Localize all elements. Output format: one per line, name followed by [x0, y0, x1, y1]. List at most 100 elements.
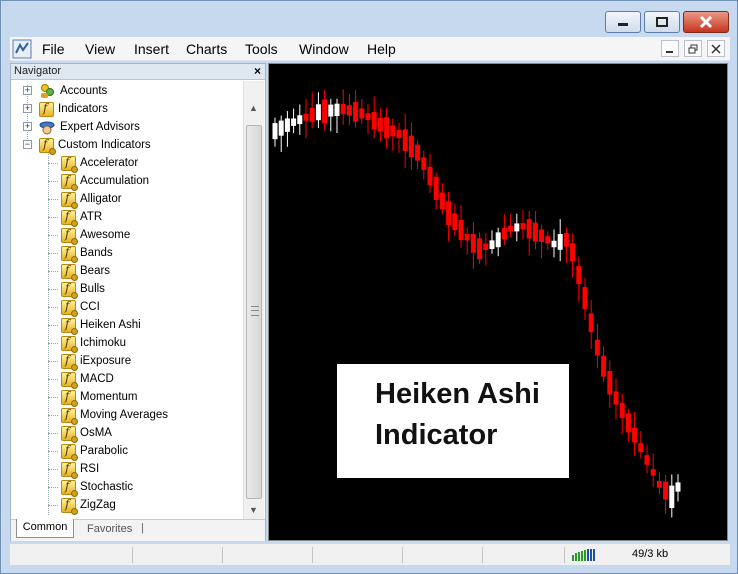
custom-indicator-icon: [61, 497, 78, 515]
tree-item-accounts[interactable]: + Accounts: [23, 82, 107, 100]
accounts-icon: [41, 84, 54, 98]
navigator-title: Navigator: [14, 65, 62, 77]
minimize-icon: [618, 23, 628, 26]
child-restore-button[interactable]: [684, 40, 702, 57]
bullish-candle: [334, 103, 340, 116]
expand-icon[interactable]: +: [23, 122, 32, 131]
bullish-candle: [284, 118, 290, 132]
bearish-candle: [464, 233, 470, 241]
bullish-candle: [278, 120, 284, 136]
bearish-candle: [371, 111, 377, 130]
navigator-scrollbar[interactable]: ▲ ▼: [243, 81, 264, 519]
status-bar: 49/3 kb: [10, 543, 730, 565]
app-logo-icon: [12, 39, 32, 59]
tab-common[interactable]: Common: [16, 519, 74, 538]
custom-indicator-icon: [61, 155, 78, 173]
bearish-candle: [402, 129, 408, 151]
bearish-candle: [470, 234, 476, 253]
indicator-item-bulls[interactable]: Bulls: [48, 280, 105, 299]
bearish-candle: [601, 355, 607, 377]
status-separator: [132, 547, 133, 563]
tab-favorites[interactable]: Favorites: [87, 523, 132, 535]
expert-advisors-icon: [39, 121, 55, 135]
navigator-close-icon[interactable]: ×: [254, 64, 261, 78]
indicator-item-macd[interactable]: MACD: [48, 370, 114, 389]
bearish-candle: [427, 166, 433, 186]
indicator-item-stochastic[interactable]: Stochastic: [48, 478, 133, 497]
menu-window[interactable]: Window: [299, 41, 349, 57]
bearish-candle: [570, 243, 576, 262]
bearish-candle: [619, 402, 625, 418]
navigator-header: Navigator ×: [11, 64, 265, 80]
expand-icon[interactable]: +: [23, 104, 32, 113]
child-close-button[interactable]: [707, 40, 725, 57]
scrollbar-thumb[interactable]: [246, 125, 262, 499]
status-separator: [402, 547, 403, 563]
menu-charts[interactable]: Charts: [186, 41, 227, 57]
chart-window[interactable]: Heiken Ashi Indicator: [268, 63, 728, 541]
indicator-item-iexposure[interactable]: iExposure: [48, 352, 131, 371]
indicator-item-accelerator[interactable]: Accelerator: [48, 154, 138, 173]
indicator-item-osma[interactable]: OsMA: [48, 424, 112, 443]
indicator-item-alligator[interactable]: Alligator: [48, 190, 122, 209]
bearish-candle: [359, 108, 365, 119]
indicator-item-momentum[interactable]: Momentum: [48, 388, 138, 407]
tree-item-indicators[interactable]: + Indicators: [23, 100, 108, 118]
indicator-item-accumulation[interactable]: Accumulation: [48, 172, 149, 191]
indicator-item-rsi[interactable]: RSI: [48, 460, 99, 479]
tree-item-expert-advisors[interactable]: + Expert Advisors: [23, 118, 140, 136]
indicator-item-ichimoku[interactable]: Ichimoku: [48, 334, 126, 353]
bearish-candle: [638, 443, 644, 452]
collapse-icon[interactable]: −: [23, 140, 32, 149]
menu-file[interactable]: File: [42, 41, 65, 57]
bearish-candle: [322, 99, 328, 124]
bearish-candle: [520, 223, 526, 230]
indicator-item-cci[interactable]: CCI: [48, 298, 100, 317]
bullish-candle: [297, 115, 303, 125]
custom-indicator-icon: [61, 227, 78, 245]
restore-button[interactable]: [644, 11, 680, 33]
indicator-item-heiken-ashi[interactable]: Heiken Ashi: [48, 316, 141, 335]
bearish-candle: [433, 176, 439, 201]
custom-indicator-icon: [61, 173, 78, 191]
bearish-candle: [353, 102, 359, 122]
bearish-candle: [415, 144, 421, 161]
bearish-candle: [613, 391, 619, 405]
bearish-candle: [501, 227, 507, 240]
indicator-item-parabolic[interactable]: Parabolic: [48, 442, 128, 461]
bullish-candle: [328, 104, 334, 117]
bearish-candle: [477, 238, 483, 260]
indicator-item-zigzag[interactable]: ZigZag: [48, 496, 116, 515]
custom-indicator-icon: [61, 389, 78, 407]
indicator-item-bands[interactable]: Bands: [48, 244, 113, 263]
menu-help[interactable]: Help: [367, 41, 396, 57]
menu-insert[interactable]: Insert: [134, 41, 169, 57]
scroll-up-icon[interactable]: ▲: [249, 103, 258, 113]
status-separator: [564, 547, 565, 563]
close-icon: [699, 15, 713, 29]
indicator-item-atr[interactable]: ATR: [48, 208, 102, 227]
child-minimize-button[interactable]: [661, 40, 679, 57]
minimize-button[interactable]: [605, 11, 641, 33]
menu-bar: File View Insert Charts Tools Window Hel…: [10, 37, 730, 61]
expand-icon[interactable]: +: [23, 86, 32, 95]
custom-indicator-icon: [61, 353, 78, 371]
bearish-candle: [539, 229, 545, 242]
status-separator: [312, 547, 313, 563]
menu-view[interactable]: View: [85, 41, 115, 57]
bearish-candle: [365, 113, 371, 121]
menu-tools[interactable]: Tools: [245, 41, 278, 57]
tree-item-custom-indicators[interactable]: − Custom Indicators: [23, 136, 151, 155]
bullish-candle: [551, 240, 557, 248]
bearish-candle: [582, 287, 588, 309]
scroll-down-icon[interactable]: ▼: [249, 505, 258, 515]
indicator-item-moving-averages[interactable]: Moving Averages: [48, 406, 168, 425]
custom-indicator-icon: [61, 461, 78, 479]
bearish-candle: [439, 192, 445, 210]
caption-line-2: Indicator: [375, 419, 498, 451]
indicator-item-awesome[interactable]: Awesome: [48, 226, 130, 245]
bearish-candle: [625, 413, 631, 433]
bearish-candle: [309, 107, 315, 122]
indicator-item-bears[interactable]: Bears: [48, 262, 110, 281]
close-button[interactable]: [683, 11, 729, 33]
